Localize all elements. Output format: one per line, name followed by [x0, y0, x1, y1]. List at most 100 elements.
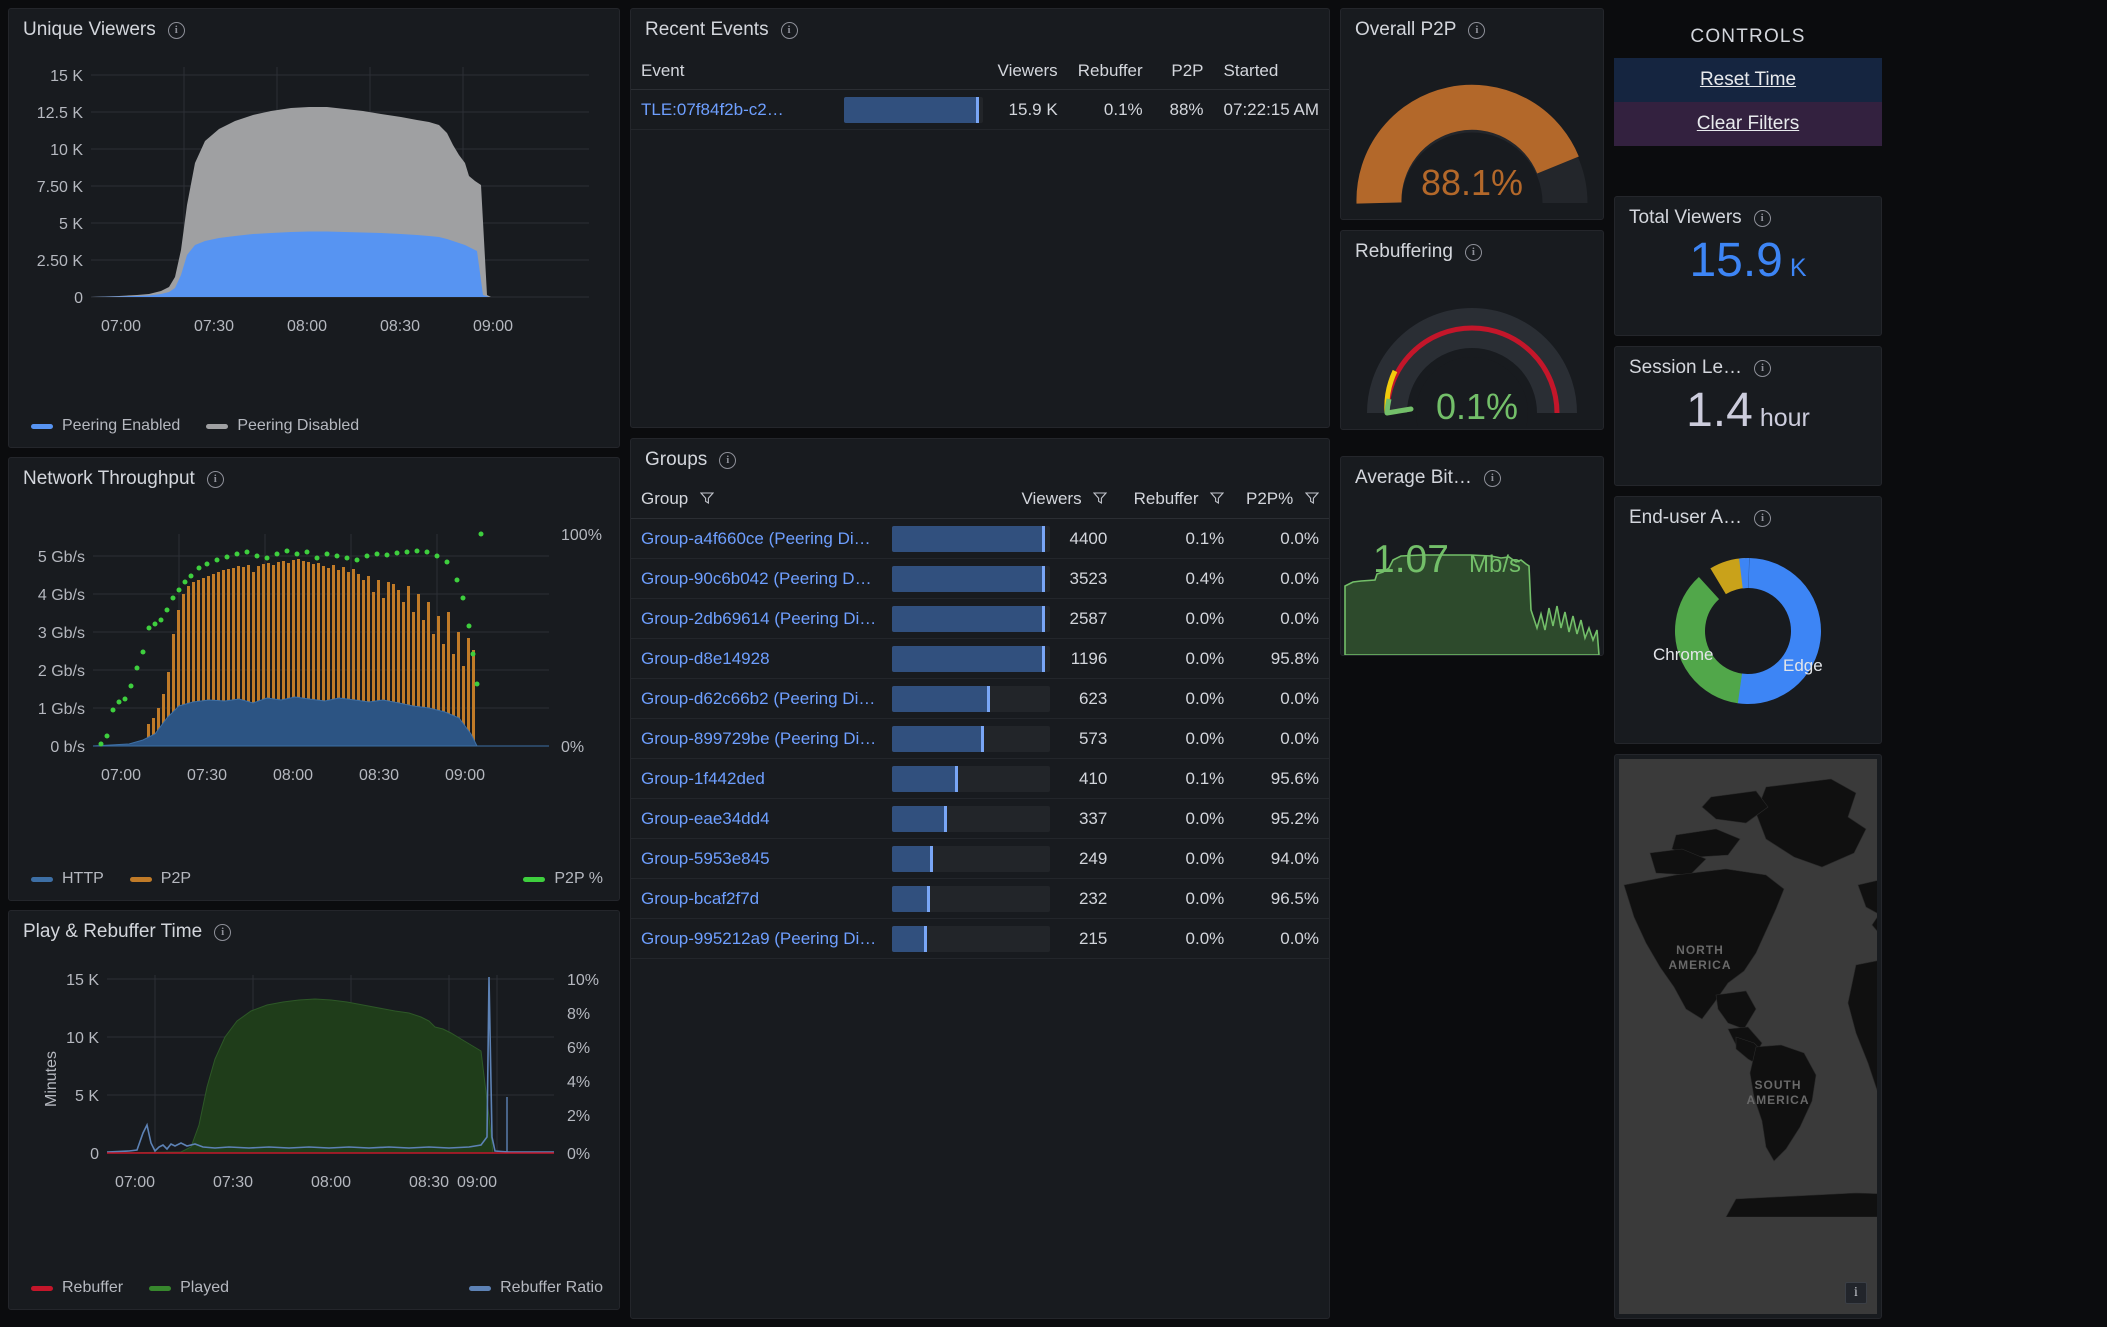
- y2-tick-label: 4%: [567, 1074, 590, 1091]
- col-header-viewers[interactable]: Viewers: [886, 481, 1117, 519]
- panel-play-rebuffer-time: Play & Rebuffer Time: [8, 910, 620, 1310]
- event-link[interactable]: TLE:07f84f2b-c2…: [641, 100, 784, 120]
- group-link[interactable]: Group-90c6b042 (Peering D…: [641, 569, 872, 589]
- y-tick-label: 4 Gb/s: [38, 587, 85, 604]
- info-icon[interactable]: [1754, 210, 1771, 227]
- info-icon[interactable]: [781, 22, 798, 39]
- filter-icon[interactable]: [1210, 490, 1224, 510]
- col-header-group[interactable]: Group: [631, 481, 886, 519]
- table-row[interactable]: Group-5953e8452490.0%94.0%: [631, 839, 1329, 879]
- bar-track: [892, 606, 1050, 632]
- x-tick-label: 07:30: [187, 767, 227, 784]
- rebuffering-gauge-svg: 0.1%: [1341, 267, 1603, 427]
- panel-unique-viewers: Unique Viewers: [8, 8, 620, 448]
- group-p2p-percent-value: 0.0%: [1234, 679, 1329, 719]
- col-header-event[interactable]: Event: [631, 53, 838, 90]
- table-row[interactable]: Group-d8e1492811960.0%95.8%: [631, 639, 1329, 679]
- event-viewers-value: 15.9 K: [989, 90, 1067, 130]
- col-header-started[interactable]: Started: [1214, 53, 1329, 90]
- legend-item[interactable]: Played: [149, 1279, 229, 1297]
- table-row[interactable]: Group-90c6b042 (Peering D…35230.4%0.0%: [631, 559, 1329, 599]
- panel-groups: Groups Group Viewers: [630, 438, 1330, 1319]
- group-link[interactable]: Group-5953e845: [641, 849, 770, 869]
- table-row[interactable]: Group-2db69614 (Peering Di…25870.0%0.0%: [631, 599, 1329, 639]
- col-header-viewers[interactable]: Viewers: [838, 53, 1067, 90]
- table-row[interactable]: Group-bcaf2f7d2320.0%96.5%: [631, 879, 1329, 919]
- group-name-cell: Group-eae34dd4: [631, 799, 886, 839]
- table-row[interactable]: Group-899729be (Peering Di…5730.0%0.0%: [631, 719, 1329, 759]
- groups-title: Groups: [645, 449, 707, 471]
- group-link[interactable]: Group-a4f660ce (Peering Di…: [641, 529, 871, 549]
- legend-item[interactable]: HTTP: [31, 870, 104, 888]
- bar-fill: [892, 766, 958, 792]
- info-icon[interactable]: [1465, 244, 1482, 261]
- bar-track: [892, 886, 1050, 912]
- group-link[interactable]: Group-1f442ded: [641, 769, 765, 789]
- legend-item[interactable]: Rebuffer Ratio: [469, 1279, 603, 1297]
- x-tick-label: 07:30: [194, 318, 234, 335]
- info-icon[interactable]: [719, 452, 736, 469]
- info-icon[interactable]: [207, 471, 224, 488]
- group-link[interactable]: Group-995212a9 (Peering Di…: [641, 929, 876, 949]
- session-length-unit: hour: [1760, 404, 1810, 433]
- info-icon[interactable]: [1754, 510, 1771, 527]
- filter-icon[interactable]: [700, 490, 714, 510]
- table-row[interactable]: Group-eae34dd43370.0%95.2%: [631, 799, 1329, 839]
- clear-filters-button[interactable]: Clear Filters: [1614, 102, 1882, 146]
- bar-fill: [892, 566, 1045, 592]
- legend-item[interactable]: P2P: [130, 870, 191, 888]
- y2-tick-label: 2%: [567, 1108, 590, 1125]
- table-header-row: Group Viewers Rebuffer: [631, 481, 1329, 519]
- event-name-cell: TLE:07f84f2b-c2…: [631, 90, 838, 130]
- table-row[interactable]: Group-1f442ded4100.1%95.6%: [631, 759, 1329, 799]
- table-row[interactable]: Group-d62c66b2 (Peering Di…6230.0%0.0%: [631, 679, 1329, 719]
- map-label-north-america: NORTH: [1676, 943, 1724, 957]
- table-row[interactable]: Group-a4f660ce (Peering Di…44000.1%0.0%: [631, 519, 1329, 559]
- session-length-value: 1.4: [1686, 383, 1753, 438]
- group-rebuffer-value: 0.1%: [1117, 759, 1234, 799]
- filter-icon[interactable]: [1305, 490, 1319, 510]
- col-header-p2p[interactable]: P2P: [1153, 53, 1214, 90]
- bar-fill: [892, 646, 1045, 672]
- col-header-p2p-percent[interactable]: P2P%: [1234, 481, 1329, 519]
- group-link[interactable]: Group-899729be (Peering Di…: [641, 729, 876, 749]
- col-header-rebuffer[interactable]: Rebuffer: [1117, 481, 1234, 519]
- group-rebuffer-value: 0.0%: [1117, 839, 1234, 879]
- col-header-viewers-label: Viewers: [1021, 489, 1081, 508]
- info-icon[interactable]: [168, 22, 185, 39]
- series-peering-enabled: [91, 232, 589, 298]
- y-tick-label: 10 K: [66, 1030, 99, 1047]
- group-link[interactable]: Group-d8e14928: [641, 649, 770, 669]
- legend-item[interactable]: Peering Enabled: [31, 417, 180, 435]
- average-bitrate-svg: 1.07 Mb/s: [1341, 510, 1603, 655]
- group-link[interactable]: Group-d62c66b2 (Peering Di…: [641, 689, 875, 709]
- group-link[interactable]: Group-bcaf2f7d: [641, 889, 759, 909]
- y2-tick-label: 10%: [567, 972, 599, 989]
- dashboard-root: Unique Viewers: [0, 0, 2107, 1327]
- map-attribution-icon[interactable]: i: [1845, 1282, 1867, 1304]
- col-header-rebuffer[interactable]: Rebuffer: [1068, 53, 1153, 90]
- col-header-group-label: Group: [641, 489, 688, 508]
- legend-item[interactable]: Peering Disabled: [206, 417, 359, 435]
- map-canvas[interactable]: NORTH AMERICA ASIA AFRICA SOUTH AMERICA …: [1619, 759, 1877, 1314]
- group-name-cell: Group-d62c66b2 (Peering Di…: [631, 679, 886, 719]
- group-link[interactable]: Group-eae34dd4: [641, 809, 770, 829]
- total-viewers-unit: K: [1790, 254, 1807, 283]
- legend-item[interactable]: Rebuffer: [31, 1279, 123, 1297]
- legend-item[interactable]: P2P %: [523, 870, 603, 888]
- table-row[interactable]: TLE:07f84f2b-c2… 15.9 K 0.1% 88% 07:22:1…: [631, 90, 1329, 130]
- info-icon[interactable]: [1468, 22, 1485, 39]
- end-user-agents-donut: Chrome Edge: [1615, 533, 1881, 733]
- info-icon[interactable]: [214, 924, 231, 941]
- unique-viewers-chart: 15 K 12.5 K 10 K 7.50 K 5 K 2.50 K 0 07:…: [9, 45, 619, 385]
- network-throughput-legend: HTTP P2P P2P %: [31, 870, 603, 888]
- info-icon[interactable]: [1484, 470, 1501, 487]
- group-link[interactable]: Group-2db69614 (Peering Di…: [641, 609, 876, 629]
- y-tick-label: 2 Gb/s: [38, 663, 85, 680]
- reset-time-button[interactable]: Reset Time: [1614, 58, 1882, 102]
- table-row[interactable]: Group-995212a9 (Peering Di…2150.0%0.0%: [631, 919, 1329, 959]
- info-icon[interactable]: [1754, 360, 1771, 377]
- panel-world-map[interactable]: NORTH AMERICA ASIA AFRICA SOUTH AMERICA …: [1614, 754, 1882, 1319]
- end-user-agents-title: End-user A…: [1629, 507, 1742, 529]
- filter-icon[interactable]: [1093, 490, 1107, 510]
